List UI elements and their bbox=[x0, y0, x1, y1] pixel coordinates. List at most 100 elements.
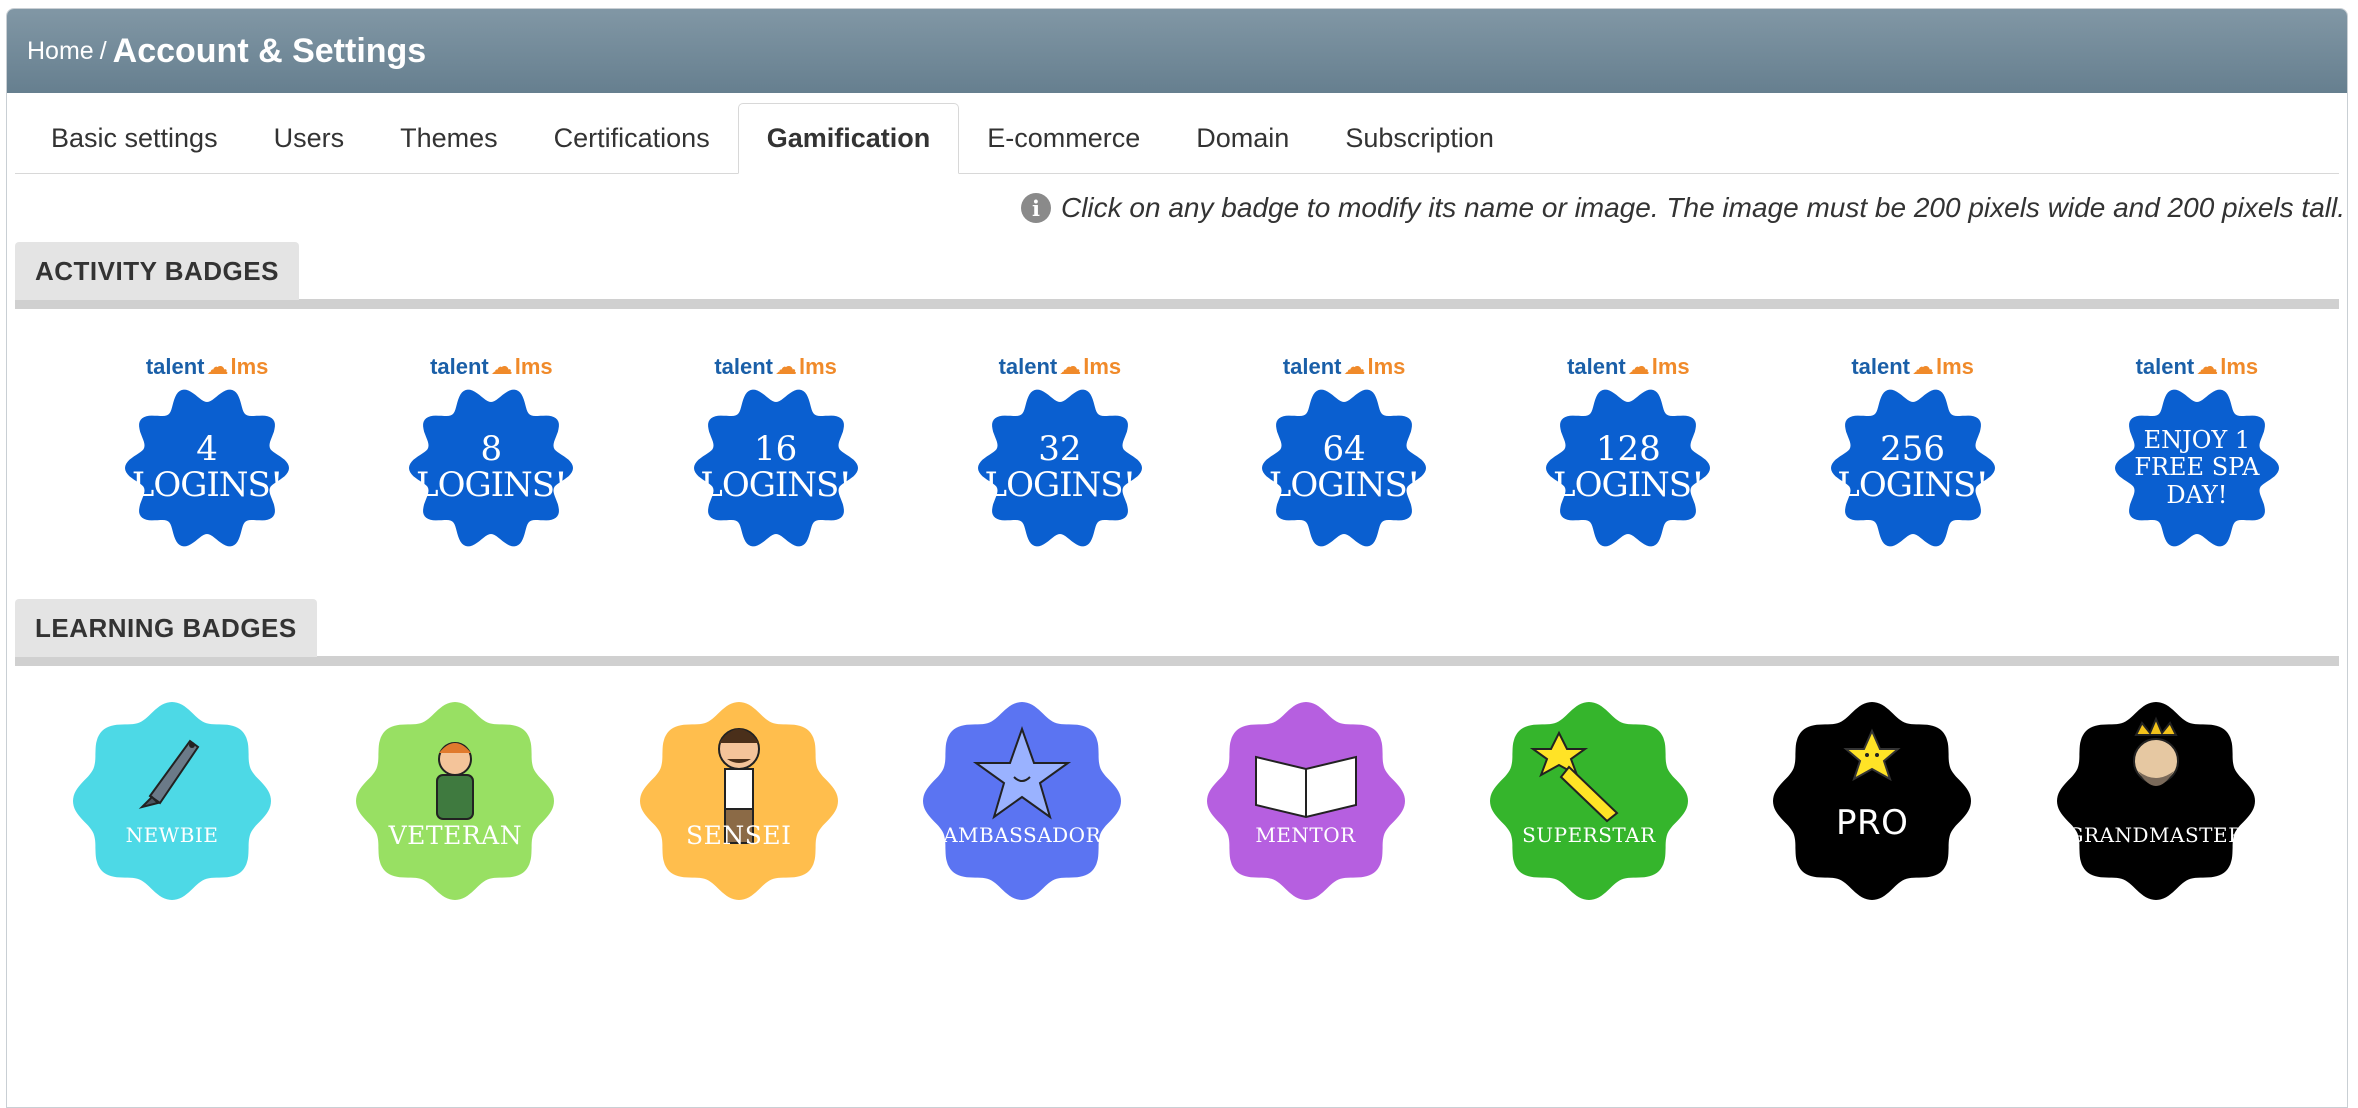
learning-badge[interactable]: NEWBIE bbox=[72, 701, 355, 911]
activity-badge[interactable]: talent ☁ lms 256 LOGINS! bbox=[1771, 354, 2055, 553]
section-divider bbox=[15, 299, 2339, 309]
badge-label: SENSEI bbox=[685, 821, 792, 850]
badge-shape bbox=[639, 702, 838, 900]
cloud-icon: ☁ bbox=[490, 354, 513, 379]
tab-domain[interactable]: Domain bbox=[1168, 103, 1317, 173]
king-icon bbox=[2132, 716, 2179, 786]
settings-window: Home / Account & Settings Basic settings… bbox=[6, 8, 2348, 1108]
logo-text-left: talent bbox=[145, 354, 205, 379]
learning-badge[interactable]: MENTOR bbox=[1206, 701, 1489, 911]
badge-image: 64 LOGINS! bbox=[1259, 383, 1429, 553]
learning-badge[interactable]: SENSEI bbox=[639, 701, 922, 911]
info-icon: i bbox=[1020, 193, 1051, 223]
info-text: Click on any badge to modify its name or… bbox=[1060, 192, 2345, 223]
breadcrumb-separator: / bbox=[99, 36, 107, 65]
badge-label: SUPERSTAR bbox=[1522, 823, 1656, 847]
badge-image: 32 LOGINS! bbox=[975, 383, 1145, 553]
tab-e-commerce[interactable]: E-commerce bbox=[959, 103, 1168, 173]
tab-basic-settings[interactable]: Basic settings bbox=[23, 103, 246, 173]
talentlms-logo: talent ☁ lms bbox=[430, 354, 553, 379]
logo-text-left: talent bbox=[998, 354, 1058, 379]
logo-text-right: lms bbox=[1936, 354, 1974, 379]
activity-badge[interactable]: talent ☁ lms 128 LOGINS! bbox=[1486, 354, 1770, 553]
badge-label: MENTOR bbox=[1255, 823, 1356, 847]
logo-text-right: lms bbox=[230, 354, 269, 379]
tab-subscription[interactable]: Subscription bbox=[1317, 103, 1522, 173]
learning-badge[interactable]: PRO bbox=[1772, 701, 2055, 911]
activity-badge[interactable]: talent ☁ lms 4 LOGINS! bbox=[65, 354, 349, 553]
cloud-icon: ☁ bbox=[2196, 354, 2219, 379]
badge-count: 256 bbox=[1880, 429, 1946, 470]
activity-badge[interactable]: talent ☁ lms 8 LOGINS! bbox=[349, 354, 633, 553]
badge-caption: LOGINS! bbox=[984, 465, 1137, 505]
tab-certifications[interactable]: Certifications bbox=[526, 103, 738, 173]
logo-text-left: talent bbox=[1567, 354, 1626, 379]
activity-badge[interactable]: talent ☁ lms ENJOY 1 FREE SPA DAY! bbox=[2055, 354, 2339, 553]
breadcrumb-home-link[interactable]: Home bbox=[27, 37, 94, 66]
logo-text-left: talent bbox=[430, 354, 489, 379]
badge-label: PRO bbox=[1836, 803, 1909, 843]
badge-shape bbox=[2056, 702, 2255, 900]
badge-shape bbox=[356, 702, 555, 900]
badge-text: 4 LOGINS! bbox=[122, 383, 292, 553]
badge-text: 128 LOGINS! bbox=[1543, 383, 1713, 553]
logo-text-right: lms bbox=[2220, 354, 2259, 379]
activity-badges-list: talent ☁ lms 4 LOGINS! talent ☁ lms 8 LOGINS! tale… bbox=[15, 309, 2339, 599]
learning-badge[interactable]: VETERAN bbox=[355, 701, 638, 911]
badge-caption: LOGINS! bbox=[131, 465, 284, 505]
activity-badges-heading: ACTIVITY BADGES bbox=[15, 242, 299, 300]
badge-image: 256 LOGINS! bbox=[1828, 383, 1998, 553]
talentlms-logo: talent ☁ lms bbox=[2135, 354, 2259, 379]
badge-caption: LOGINS! bbox=[1268, 465, 1421, 505]
cloud-icon: ☁ bbox=[775, 354, 797, 379]
badge-count: 32 bbox=[1038, 429, 1082, 470]
badge-caption: LOGINS! bbox=[700, 465, 852, 505]
settings-tabs: Basic settings Users Themes Certificatio… bbox=[15, 93, 2339, 174]
talentlms-logo: talent ☁ lms bbox=[1567, 354, 1690, 379]
badge-image: ENJOY 1 FREE SPA DAY! bbox=[2112, 383, 2282, 553]
logo-text-left: talent bbox=[1282, 354, 1342, 379]
activity-badge[interactable]: talent ☁ lms 64 LOGINS! bbox=[1202, 354, 1486, 553]
learning-badges-heading: LEARNING BADGES bbox=[15, 599, 317, 657]
learning-badge[interactable]: GRANDMASTER bbox=[2056, 701, 2339, 911]
activity-badge[interactable]: talent ☁ lms 16 LOGINS! bbox=[634, 354, 918, 553]
badge-text: 8 LOGINS! bbox=[406, 383, 576, 553]
badge-count: 8 bbox=[480, 429, 503, 470]
badge-text: 256 LOGINS! bbox=[1828, 383, 1998, 553]
badge-shape bbox=[1773, 702, 1972, 900]
talentlms-logo: talent ☁ lms bbox=[714, 354, 837, 379]
badge-shape bbox=[1206, 702, 1405, 900]
badge-count: 16 bbox=[753, 429, 798, 470]
logo-text-right: lms bbox=[1083, 354, 1122, 379]
badge-label: NEWBIE bbox=[125, 823, 219, 847]
learning-badge[interactable]: AMBASSADOR bbox=[922, 701, 1205, 911]
talentlms-logo: talent ☁ lms bbox=[1851, 354, 1974, 379]
badge-count: 64 bbox=[1322, 429, 1366, 470]
info-message: i Click on any badge to modify its name … bbox=[7, 174, 2347, 242]
page-title: Account & Settings bbox=[112, 31, 427, 70]
badge-text: 16 LOGINS! bbox=[691, 383, 861, 553]
badge-text: 32 LOGINS! bbox=[975, 383, 1145, 553]
badge-caption: ENJOY 1 FREE SPA DAY! bbox=[2134, 425, 2260, 509]
activity-badges-section: ACTIVITY BADGES talent ☁ lms 4 LOGINS! talent… bbox=[15, 242, 2339, 599]
badge-caption: LOGINS! bbox=[416, 465, 568, 505]
tab-gamification[interactable]: Gamification bbox=[737, 103, 960, 174]
section-divider bbox=[15, 656, 2339, 666]
cloud-icon: ☁ bbox=[1343, 354, 1366, 379]
learning-badges-section: LEARNING BADGES NEWBIE VETERAN SENSEI AMBAS… bbox=[15, 599, 2339, 946]
activity-badge[interactable]: talent ☁ lms 32 LOGINS! bbox=[918, 354, 1202, 553]
logo-text-right: lms bbox=[514, 354, 553, 379]
badge-shape bbox=[1489, 702, 1688, 900]
logo-text-right: lms bbox=[799, 354, 837, 379]
logo-text-left: talent bbox=[2135, 354, 2195, 379]
cloud-icon: ☁ bbox=[1059, 354, 1082, 379]
tab-themes[interactable]: Themes bbox=[372, 103, 526, 173]
badge-text: 64 LOGINS! bbox=[1259, 383, 1429, 553]
learning-badges-list: NEWBIE VETERAN SENSEI AMBASSADOR MENTOR SUPER… bbox=[15, 666, 2339, 946]
tab-users[interactable]: Users bbox=[246, 103, 373, 173]
badge-shape bbox=[73, 702, 271, 900]
logo-text-right: lms bbox=[1651, 354, 1690, 379]
learning-badge[interactable]: SUPERSTAR bbox=[1489, 701, 1772, 911]
cloud-icon: ☁ bbox=[1627, 354, 1650, 379]
badge-shape bbox=[923, 702, 1122, 900]
